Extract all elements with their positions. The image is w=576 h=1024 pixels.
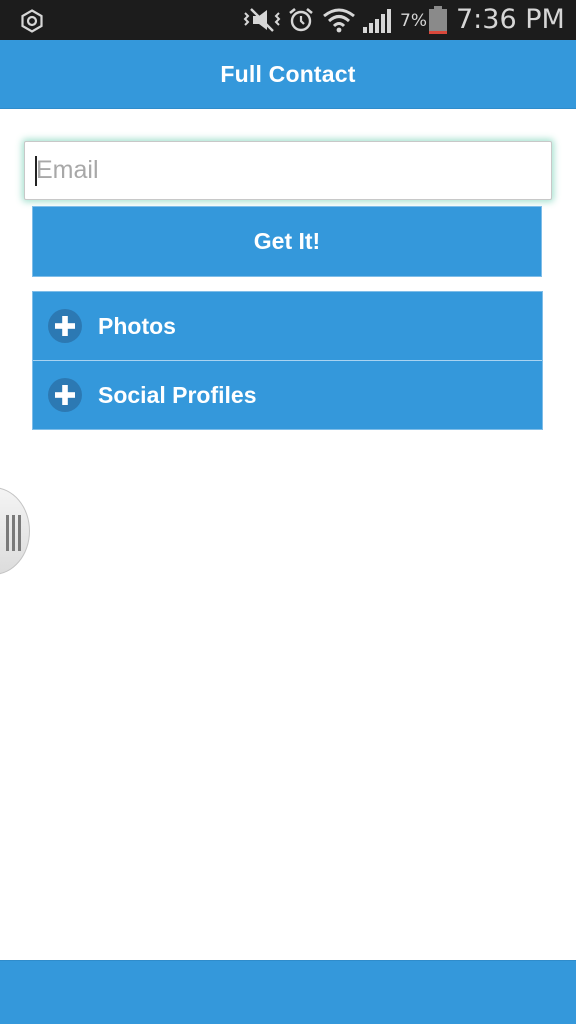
photos-section-toggle[interactable]: Photos xyxy=(33,292,542,360)
app-screen: 7% 7:36 PM Full Contact Get It! Photos xyxy=(0,0,576,1024)
side-drawer-handle[interactable] xyxy=(0,487,30,575)
mute-icon xyxy=(243,8,281,32)
plus-icon xyxy=(48,378,82,412)
status-time: 7:36 PM xyxy=(456,4,565,35)
status-bar: 7% 7:36 PM xyxy=(0,0,576,40)
app-header: Full Contact xyxy=(0,40,576,109)
email-input[interactable] xyxy=(25,142,551,199)
battery-percent: 7% xyxy=(400,11,427,31)
photos-section-label: Photos xyxy=(98,312,176,339)
plus-icon xyxy=(48,309,82,343)
page-title: Full Contact xyxy=(220,60,356,87)
text-caret xyxy=(35,156,37,186)
alarm-icon xyxy=(289,7,313,32)
social-profiles-section-toggle[interactable]: Social Profiles xyxy=(33,360,542,429)
settings-icon xyxy=(21,9,43,33)
wifi-icon xyxy=(323,8,355,33)
email-field-wrapper xyxy=(24,141,552,200)
battery-icon xyxy=(429,6,447,34)
social-profiles-section-label: Social Profiles xyxy=(98,381,257,408)
get-it-button[interactable]: Get It! xyxy=(32,206,542,277)
app-footer xyxy=(0,960,576,1024)
signal-icon xyxy=(363,9,391,33)
grip-icon xyxy=(6,515,21,551)
collapsible-set: Photos Social Profiles xyxy=(32,291,543,430)
